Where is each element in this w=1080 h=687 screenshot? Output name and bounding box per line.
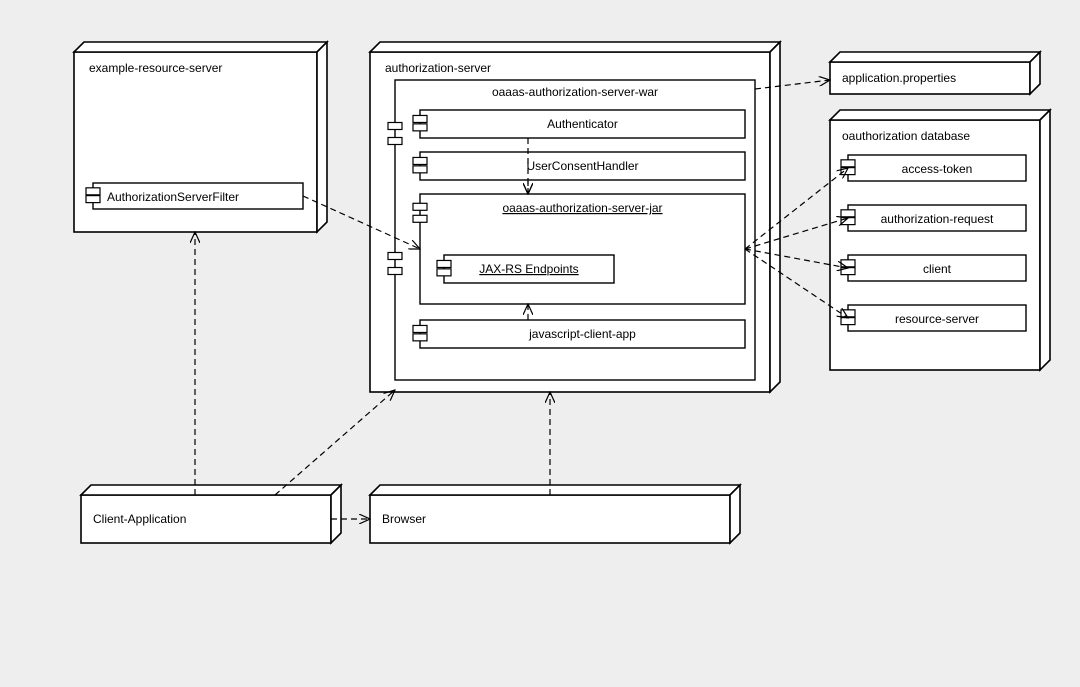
node-oauthorization-database: oauthorization database — [842, 129, 970, 143]
component-client: client — [923, 262, 952, 276]
dependency-arrow — [275, 390, 395, 495]
deployment-diagram: example-resource-server authorization-ser… — [0, 0, 1080, 684]
component-user-consent-handler: UserConsentHandler — [526, 159, 638, 173]
component-resource-server: resource-server — [895, 312, 979, 326]
component-jaxrs-endpoints: JAX-RS Endpoints — [479, 262, 578, 276]
node-client-application: Client-Application — [93, 512, 186, 526]
component-authorization-server-filter: AuthorizationServerFilter — [107, 190, 239, 204]
node-authorization-server: authorization-server — [385, 61, 491, 75]
component-access-token: access-token — [902, 162, 973, 176]
component-war: oaaas-authorization-server-war — [492, 85, 658, 99]
node-browser: Browser — [382, 512, 426, 526]
node-application-properties: application.properties — [842, 71, 956, 85]
component-javascript-client-app: javascript-client-app — [528, 327, 636, 341]
component-jar: oaaas-authorization-server-jar — [502, 201, 662, 215]
component-authorization-request: authorization-request — [881, 212, 994, 226]
component-authenticator: Authenticator — [547, 117, 618, 131]
node-example-resource-server: example-resource-server — [89, 61, 222, 75]
